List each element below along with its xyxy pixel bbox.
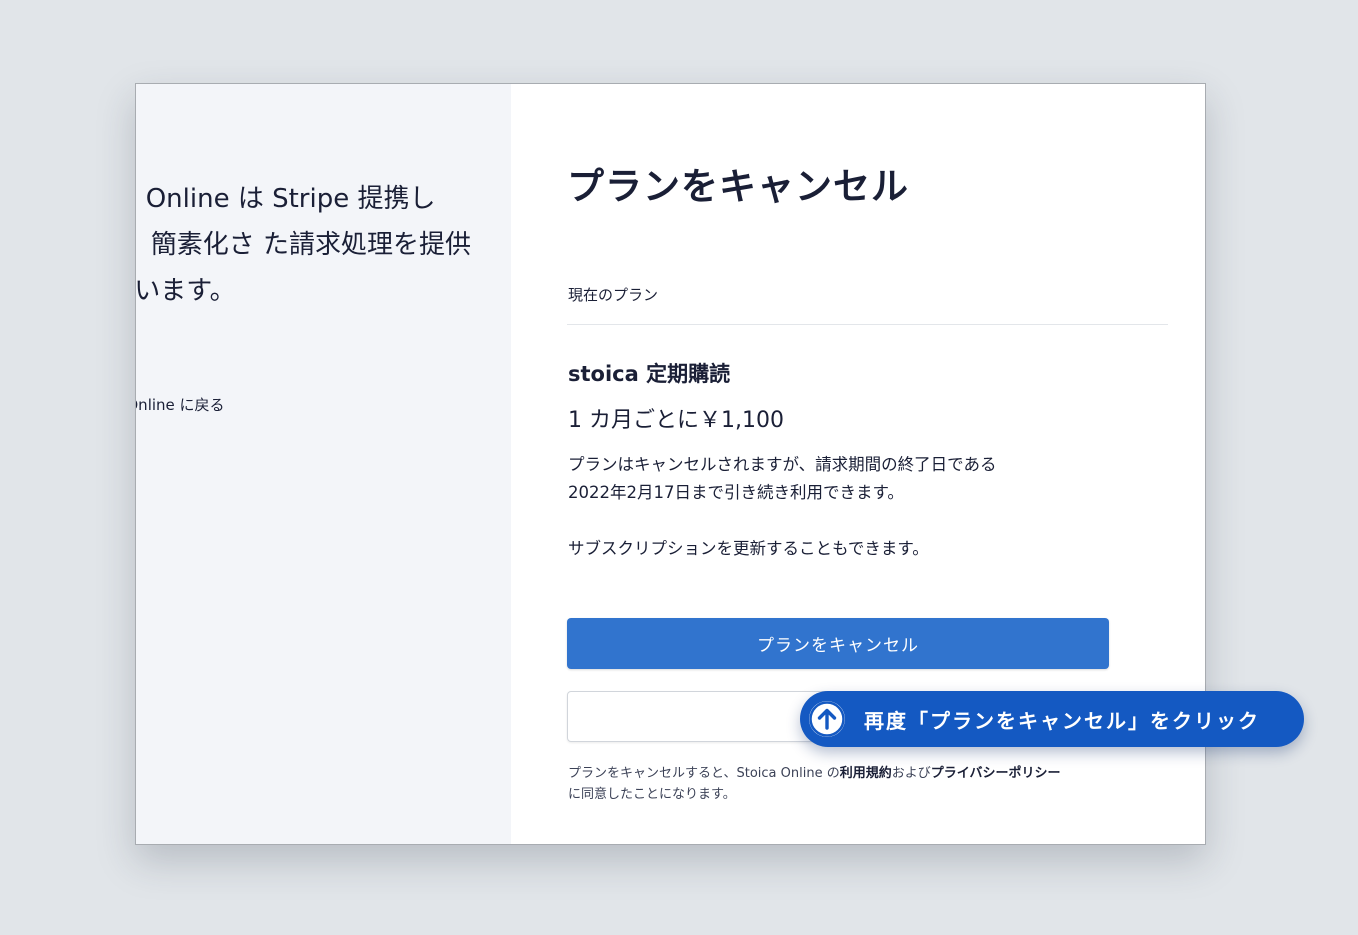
current-plan-label: 現在のプラン [568, 286, 659, 304]
terms-suffix: に同意したことになります。 [568, 787, 736, 802]
notice-line-1: プランはキャンセルされますが、請求期間の終了日である [568, 455, 997, 474]
left-panel: ica Online は Stripe 提携して、簡素化さ た請求処理を提供し … [136, 84, 511, 844]
product-name: stoica 定期購読 [568, 362, 731, 386]
notice-line-2: 2022年2月17日まで引き続き利用できます。 [568, 483, 904, 502]
instruction-callout: 再度「プランをキャンセル」をクリック [800, 691, 1304, 747]
terms-link[interactable]: 利用規約 [840, 766, 892, 781]
back-to-store-link[interactable]: ica Online に戻る [136, 394, 225, 415]
intro-text: ica Online は Stripe 提携して、簡素化さ た請求処理を提供し … [136, 184, 471, 306]
divider [567, 324, 1168, 325]
terms-middle: および [891, 766, 931, 781]
terms-notice: プランをキャンセルすると、Stoica Online の利用規約およびプライバシ… [568, 763, 1128, 805]
cancellation-notice: プランはキャンセルされますが、請求期間の終了日である 2022年2月17日まで引… [568, 451, 1128, 507]
renew-text: サブスクリプションを更新することもできます。 [568, 539, 929, 558]
callout-text: 再度「プランをキャンセル」をクリック [864, 709, 1260, 733]
plan-price: 1 カ月ごとに￥1,100 [568, 408, 784, 433]
page-title: プランをキャンセル [567, 165, 909, 208]
arrow-up-circle-icon [809, 701, 845, 737]
cancel-plan-button[interactable]: プランをキャンセル [567, 618, 1109, 669]
terms-prefix: プランをキャンセルすると、Stoica Online の [568, 766, 840, 781]
privacy-link[interactable]: プライバシーポリシー [931, 766, 1061, 781]
